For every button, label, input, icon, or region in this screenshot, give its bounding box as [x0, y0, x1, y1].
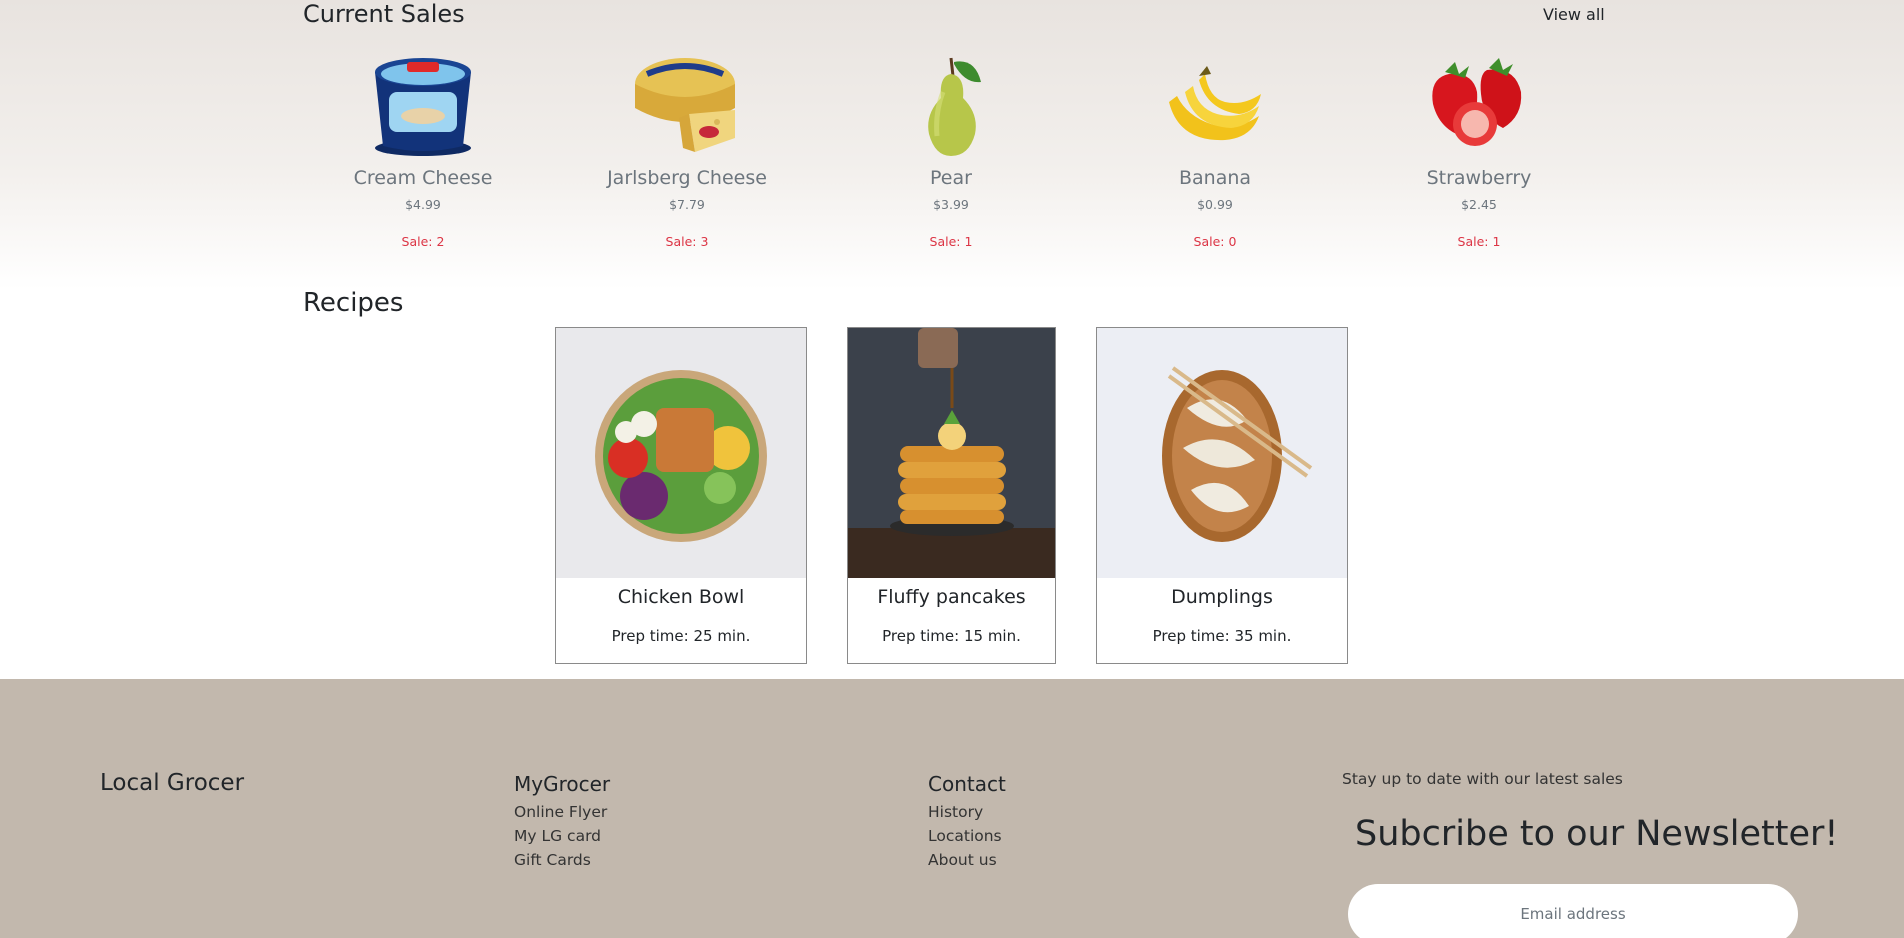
- recipe-prep-time: Prep time: 25 min.: [611, 627, 751, 645]
- recipe-card-chicken-bowl[interactable]: Chicken Bowl Prep time: 25 min.: [555, 327, 807, 664]
- footer-contact-column: Contact History Locations About us: [928, 770, 1006, 872]
- product-price: $2.45: [1461, 197, 1497, 212]
- recipes-heading: Recipes: [303, 288, 404, 318]
- recipe-title: Dumplings: [1171, 586, 1273, 608]
- product-name: Jarlsberg Cheese: [607, 167, 767, 189]
- chicken-bowl-image: [556, 328, 806, 578]
- newsletter-email-input[interactable]: [1348, 884, 1798, 938]
- footer-link-online-flyer[interactable]: Online Flyer: [514, 800, 610, 824]
- product-price: $0.99: [1197, 197, 1233, 212]
- current-sales-heading: Current Sales: [303, 0, 465, 28]
- strawberry-image: [1419, 52, 1539, 158]
- jarlsberg-cheese-image: [627, 52, 747, 158]
- footer-link-about-us[interactable]: About us: [928, 848, 1006, 872]
- newsletter-title: Subcribe to our Newsletter!: [1355, 814, 1839, 854]
- product-price: $3.99: [933, 197, 969, 212]
- product-card-cream-cheese[interactable]: Cream Cheese $4.99 Sale: 2: [303, 52, 543, 252]
- footer-mygrocer-column: MyGrocer Online Flyer My LG card Gift Ca…: [514, 770, 610, 872]
- product-name: Banana: [1178, 167, 1252, 189]
- product-sale-count: Sale: 0: [1193, 234, 1237, 249]
- product-sale-count: Sale: 1: [1457, 234, 1501, 249]
- footer-link-history[interactable]: History: [928, 800, 1006, 824]
- banana-image: [1155, 52, 1275, 158]
- footer-mygrocer-heading: MyGrocer: [514, 772, 611, 796]
- product-card-jarlsberg-cheese[interactable]: Jarlsberg Cheese $7.79 Sale: 3: [567, 52, 807, 252]
- current-sales-section: Current Sales View all Cream Cheese $4.9…: [0, 0, 1904, 290]
- footer-contact-heading: Contact: [928, 772, 1006, 796]
- recipe-card-fluffy-pancakes[interactable]: Fluffy pancakes Prep time: 15 min.: [847, 327, 1056, 664]
- footer-link-gift-cards[interactable]: Gift Cards: [514, 848, 610, 872]
- footer-link-my-lg-card[interactable]: My LG card: [514, 824, 610, 848]
- recipe-card-dumplings[interactable]: Dumplings Prep time: 35 min.: [1096, 327, 1348, 664]
- product-sale-count: Sale: 2: [401, 234, 445, 249]
- newsletter-tagline: Stay up to date with our latest sales: [1342, 770, 1623, 788]
- cream-cheese-image: [363, 52, 483, 158]
- product-sale-count: Sale: 3: [665, 234, 709, 249]
- footer-link-locations[interactable]: Locations: [928, 824, 1006, 848]
- product-card-strawberry[interactable]: Strawberry $2.45 Sale: 1: [1359, 52, 1599, 252]
- product-name: Pear: [930, 167, 972, 189]
- recipe-title: Fluffy pancakes: [877, 586, 1026, 608]
- site-footer: Local Grocer MyGrocer Online Flyer My LG…: [0, 679, 1904, 938]
- pear-image: [891, 52, 1011, 158]
- product-price: $7.79: [669, 197, 705, 212]
- dumplings-image: [1097, 328, 1347, 578]
- product-price: $4.99: [405, 197, 441, 212]
- product-sale-count: Sale: 1: [929, 234, 973, 249]
- view-all-link[interactable]: View all: [1543, 5, 1605, 24]
- footer-brand: Local Grocer: [100, 770, 245, 796]
- fluffy-pancakes-image: [848, 328, 1055, 578]
- product-name: Strawberry: [1426, 167, 1532, 189]
- product-card-pear[interactable]: Pear $3.99 Sale: 1: [831, 52, 1071, 252]
- recipe-prep-time: Prep time: 35 min.: [1152, 627, 1292, 645]
- recipe-prep-time: Prep time: 15 min.: [882, 627, 1021, 645]
- recipe-title: Chicken Bowl: [617, 586, 745, 608]
- product-name: Cream Cheese: [353, 167, 493, 189]
- product-card-banana[interactable]: Banana $0.99 Sale: 0: [1095, 52, 1335, 252]
